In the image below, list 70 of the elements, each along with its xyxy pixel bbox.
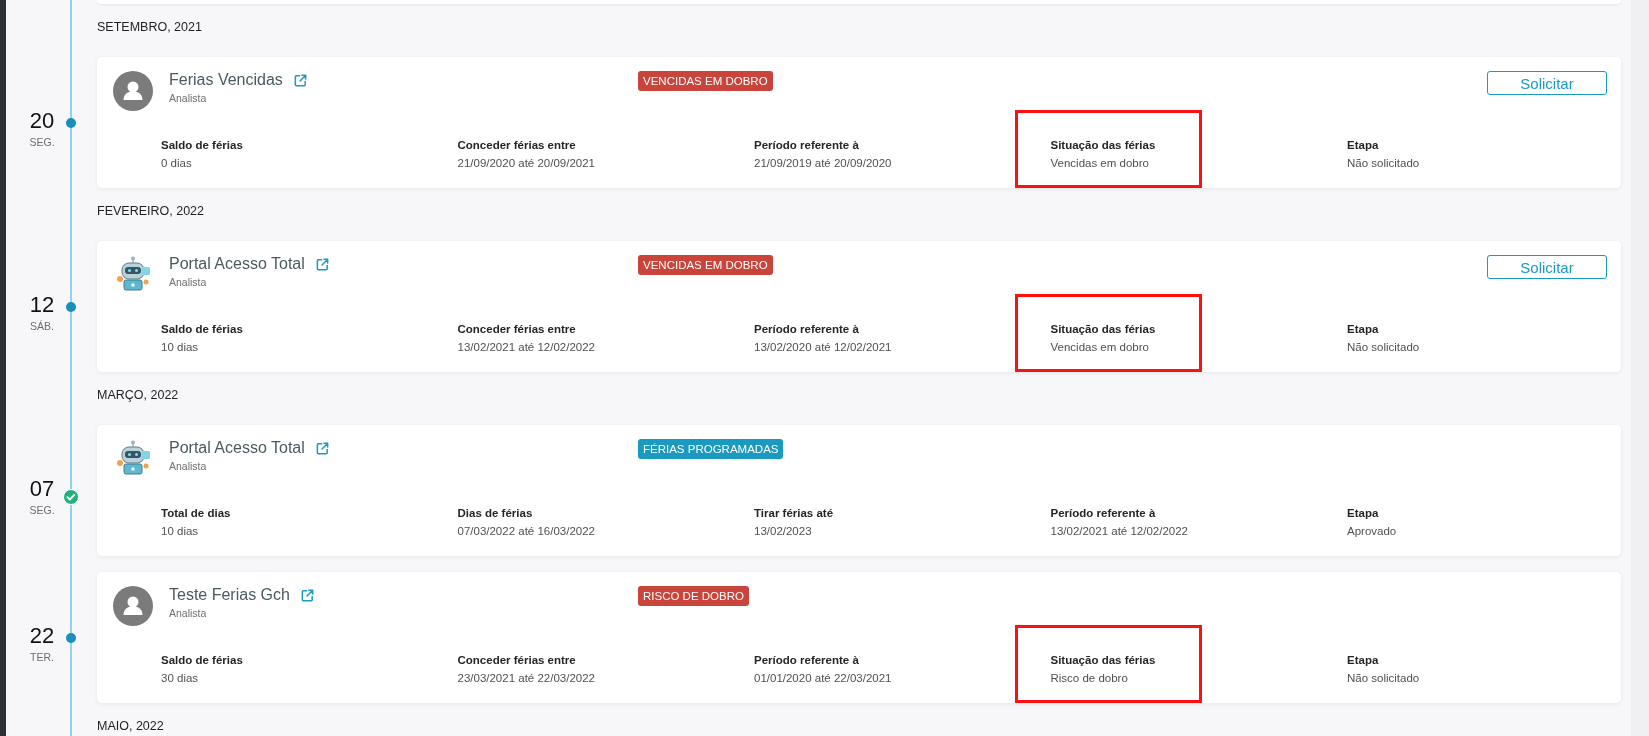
field-value: Não solicitado [1347, 157, 1421, 169]
field-value: 07/03/2022 até 16/03/2022 [457, 525, 596, 537]
field-value: 13/02/2020 até 12/02/2021 [754, 341, 893, 353]
field-value: 13/02/2021 até 12/02/2022 [457, 341, 596, 353]
field-value: 0 dias [161, 157, 193, 169]
field-label: Período referente à [754, 139, 860, 151]
weekday-label: SÁB. [30, 320, 54, 332]
field-label: Dias de férias [457, 507, 534, 519]
field-label: Etapa [1347, 654, 1380, 666]
field-value: Risco de dobro [1050, 672, 1129, 684]
field-label: Etapa [1347, 139, 1380, 151]
external-link-icon[interactable] [299, 587, 315, 603]
request-button[interactable]: Solicitar [1487, 71, 1607, 95]
field-value: Vencidas em dobro [1050, 157, 1150, 169]
field-label: Tirar férias até [754, 507, 835, 519]
field-value: 01/01/2020 até 22/03/2021 [754, 672, 893, 684]
external-link-icon[interactable] [314, 440, 330, 456]
weekday-label: SEG. [29, 136, 55, 148]
field-value: 10 dias [161, 525, 200, 537]
employee-name: Portal Acesso Total [169, 439, 305, 457]
external-link-icon[interactable] [314, 256, 330, 272]
field-value: Não solicitado [1347, 341, 1421, 353]
month-heading: MAIO, 2022 [97, 718, 164, 735]
field-label: Etapa [1347, 323, 1380, 335]
job-role: Analista [169, 607, 208, 619]
field-label: Situação das férias [1050, 139, 1156, 151]
field-value: 13/02/2023 [754, 525, 813, 537]
field-label: Conceder férias entre [457, 323, 577, 335]
field-value: Não solicitado [1347, 672, 1421, 684]
job-role: Analista [169, 276, 208, 288]
employee-name: Ferias Vencidas [169, 71, 283, 89]
weekday-label: TER. [30, 651, 54, 663]
field-label: Saldo de férias [161, 654, 244, 666]
weekday-label: SEG. [29, 504, 55, 516]
month-heading: MARÇO, 2022 [97, 387, 179, 404]
day-number: 12 [29, 293, 55, 317]
field-value: 21/09/2019 até 20/09/2020 [754, 157, 893, 169]
field-label: Etapa [1347, 507, 1380, 519]
month-heading: SETEMBRO, 2021 [97, 19, 202, 36]
day-number: 22 [29, 624, 55, 648]
field-value: Aprovado [1347, 525, 1398, 537]
external-link-icon[interactable] [292, 72, 308, 88]
field-label: Situação das férias [1050, 323, 1156, 335]
employee-name: Portal Acesso Total [169, 255, 305, 273]
field-value: 13/02/2021 até 12/02/2022 [1050, 525, 1189, 537]
field-label: Saldo de férias [161, 139, 244, 151]
field-label: Total de dias [161, 507, 232, 519]
field-value: Vencidas em dobro [1050, 341, 1150, 353]
status-tag: RISCO DE DOBRO [638, 586, 749, 606]
job-role: Analista [169, 460, 208, 472]
field-label: Período referente à [754, 654, 860, 666]
day-number: 20 [29, 109, 55, 133]
field-label: Conceder férias entre [457, 654, 577, 666]
employee-name: Teste Ferias Gch [169, 586, 290, 604]
field-value: 10 dias [161, 341, 200, 353]
field-label: Período referente à [1050, 507, 1157, 519]
field-value: 21/09/2020 até 20/09/2021 [457, 157, 596, 169]
status-tag: VENCIDAS EM DOBRO [638, 71, 773, 91]
field-label: Conceder férias entre [457, 139, 577, 151]
request-button[interactable]: Solicitar [1487, 255, 1607, 279]
field-label: Saldo de férias [161, 323, 244, 335]
field-label: Período referente à [754, 323, 860, 335]
field-label: Situação das férias [1050, 654, 1156, 666]
month-heading: FEVEREIRO, 2022 [97, 203, 204, 220]
job-role: Analista [169, 92, 208, 104]
day-number: 07 [29, 477, 55, 501]
field-value: 23/03/2021 até 22/03/2022 [457, 672, 596, 684]
status-tag: FÉRIAS PROGRAMADAS [638, 439, 784, 459]
field-value: 30 dias [161, 672, 200, 684]
status-tag: VENCIDAS EM DOBRO [638, 255, 773, 275]
